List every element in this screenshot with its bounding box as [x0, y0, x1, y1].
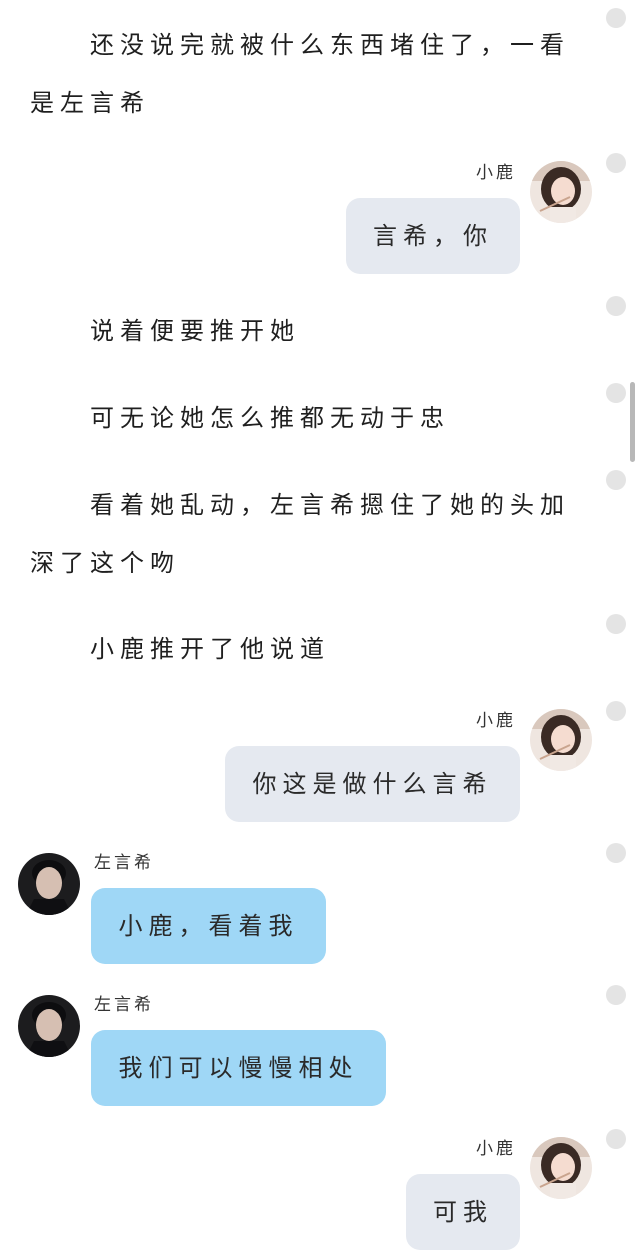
girl-avatar-icon [530, 161, 592, 223]
girl-avatar-icon [530, 709, 592, 771]
sender-name: 左言希 [94, 853, 154, 873]
sender-name: 小鹿 [476, 163, 516, 183]
side-dot-icon[interactable] [606, 985, 626, 1005]
girl-avatar-icon [530, 1137, 592, 1199]
side-dot-icon[interactable] [606, 383, 626, 403]
sender-name: 左言希 [94, 995, 154, 1015]
sender-name: 小鹿 [476, 1139, 516, 1159]
boy-avatar-icon [18, 995, 80, 1057]
narration-text: 小鹿推开了他说道 [90, 635, 330, 663]
avatar[interactable] [530, 161, 592, 223]
side-dot-icon[interactable] [606, 8, 626, 28]
narration-text: 说着便要推开她 [90, 317, 300, 345]
avatar[interactable] [530, 709, 592, 771]
message-bubble[interactable]: 你这是做什么言希 [225, 746, 520, 822]
narration-text: 看着她乱动，左言希摁住了她的头加深了这个吻 [30, 491, 570, 577]
avatar[interactable] [530, 1137, 592, 1199]
scrollbar[interactable] [630, 382, 635, 462]
message-bubble[interactable]: 可我 [406, 1174, 520, 1250]
sender-name: 小鹿 [476, 711, 516, 731]
side-dot-icon[interactable] [606, 153, 626, 173]
avatar[interactable] [18, 995, 80, 1057]
side-dot-icon[interactable] [606, 296, 626, 316]
avatar[interactable] [18, 853, 80, 915]
narration-text: 还没说完就被什么东西堵住了，一看是左言希 [30, 31, 570, 117]
side-dot-icon[interactable] [606, 701, 626, 721]
boy-avatar-icon [18, 853, 80, 915]
narration-text: 可无论她怎么推都无动于忠 [90, 404, 450, 432]
side-dot-icon[interactable] [606, 843, 626, 863]
message-bubble[interactable]: 言希，你 [346, 198, 520, 274]
side-dot-icon[interactable] [606, 470, 626, 490]
message-bubble[interactable]: 小鹿，看着我 [91, 888, 326, 964]
message-bubble[interactable]: 我们可以慢慢相处 [91, 1030, 386, 1106]
side-dot-icon[interactable] [606, 1129, 626, 1149]
side-dot-icon[interactable] [606, 614, 626, 634]
